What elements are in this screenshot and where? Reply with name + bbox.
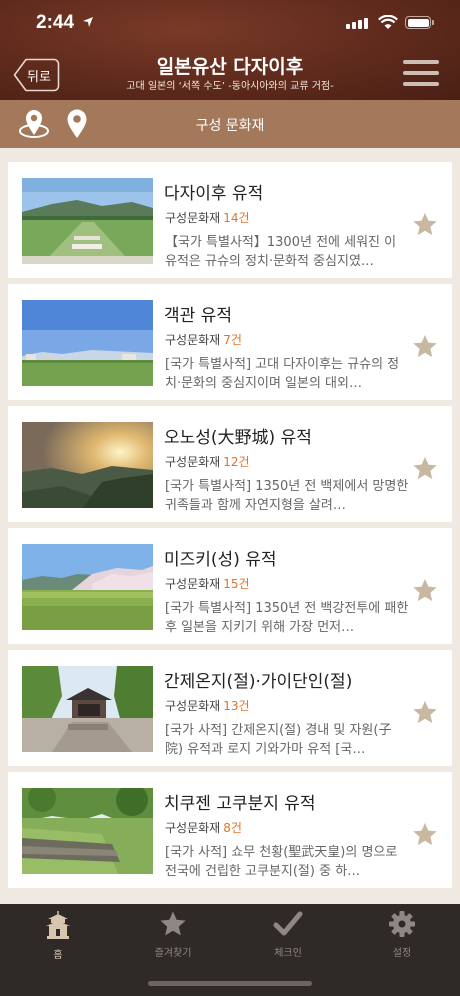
item-description: [국가 사적] 쇼무 천황(聖武天皇)의 명으로 전국에 건립한 고쿠분지(절)… bbox=[165, 845, 398, 879]
tab-settings[interactable]: 설정 bbox=[362, 910, 442, 959]
item-title: 객관 유적 bbox=[164, 306, 232, 326]
map-pin-icon[interactable] bbox=[66, 109, 88, 139]
item-count: 15건 bbox=[223, 577, 250, 591]
thumbnail-image bbox=[22, 300, 153, 386]
back-label: 뒤로 bbox=[27, 70, 51, 85]
item-description: [국가 사적] 간제온지(절) 경내 및 자원(子院) 유적과 로지 기와가마 … bbox=[165, 723, 392, 757]
item-description: [국가 특별사적] 1350년 전 백강전투에 패한 후 일본을 지키기 위해 … bbox=[165, 601, 409, 635]
item-title: 미즈키(성) 유적 bbox=[164, 550, 277, 570]
status-time: 2:44 bbox=[36, 12, 75, 33]
list-item[interactable]: 치쿠젠 고쿠분지 유적 구성문화재 8건 [국가 사적] 쇼무 천황(聖武天皇)의… bbox=[8, 772, 452, 888]
back-button[interactable]: 뒤로 bbox=[13, 58, 60, 92]
favorite-star-icon[interactable] bbox=[412, 700, 438, 725]
item-count: 7건 bbox=[223, 333, 242, 347]
thumbnail-image bbox=[22, 544, 153, 630]
favorite-star-icon[interactable] bbox=[412, 334, 438, 359]
item-meta-label: 구성문화재 bbox=[165, 577, 221, 591]
app-header: 2:44 뒤로 일본유산 다자이후 고대 일본의 ‘서쪽 수도’ -동아시아와의… bbox=[0, 0, 460, 100]
item-meta: 구성문화재 15건 bbox=[165, 575, 250, 592]
list-item[interactable]: 객관 유적 구성문화재 7건 [국가 특별사적] 고대 다자이후는 규슈의 정치·… bbox=[8, 284, 452, 400]
item-meta: 구성문화재 7건 bbox=[165, 331, 242, 348]
thumbnail-image bbox=[22, 788, 153, 874]
tab-checkin-label: 체크인 bbox=[274, 948, 302, 959]
thumbnail-image bbox=[22, 422, 153, 508]
item-meta-label: 구성문화재 bbox=[165, 455, 221, 469]
location-arrow-icon bbox=[83, 17, 93, 27]
item-meta: 구성문화재 8건 bbox=[165, 819, 242, 836]
item-meta: 구성문화재 12건 bbox=[165, 453, 250, 470]
nearby-location-icon[interactable] bbox=[17, 108, 51, 140]
item-description: [국가 특별사적] 1350년 전 백제에서 망명한 귀족들과 함께 자연지형을… bbox=[165, 479, 409, 513]
item-count: 12건 bbox=[223, 455, 250, 469]
tab-home[interactable]: 홈 bbox=[18, 910, 98, 961]
item-title: 치쿠젠 고쿠분지 유적 bbox=[164, 794, 316, 814]
item-count: 8건 bbox=[223, 821, 242, 835]
item-meta: 구성문화재 13건 bbox=[165, 697, 250, 714]
page-subtitle: 고대 일본의 ‘서쪽 수도’ -동아시아와의 교류 거점- bbox=[126, 81, 334, 92]
tab-home-label: 홈 bbox=[53, 950, 63, 961]
item-title: 다자이후 유적 bbox=[164, 184, 264, 204]
item-count: 14건 bbox=[223, 211, 250, 225]
list-item[interactable]: 간제온지(절)·가이단인(절) 구성문화재 13건 [국가 사적] 간제온지(절)… bbox=[8, 650, 452, 766]
item-title: 간제온지(절)·가이단인(절) bbox=[164, 672, 353, 692]
item-meta-label: 구성문화재 bbox=[165, 333, 221, 347]
home-pagoda-icon bbox=[46, 911, 70, 939]
thumbnail-image bbox=[22, 178, 153, 264]
page-title: 일본유산 다자이후 bbox=[156, 56, 304, 78]
list-item[interactable]: 미즈키(성) 유적 구성문화재 15건 [국가 특별사적] 1350년 전 백강전… bbox=[8, 528, 452, 644]
tab-checkin[interactable]: 체크인 bbox=[248, 910, 328, 959]
gear-icon bbox=[389, 911, 415, 937]
favorite-star-icon[interactable] bbox=[412, 456, 438, 481]
favorite-star-icon[interactable] bbox=[412, 578, 438, 603]
thumbnail-image bbox=[22, 666, 153, 752]
status-bar: 2:44 bbox=[0, 0, 460, 46]
item-title: 오노성(大野城) 유적 bbox=[164, 428, 312, 448]
favorite-star-icon[interactable] bbox=[412, 212, 438, 237]
item-meta-label: 구성문화재 bbox=[165, 821, 221, 835]
checkmark-icon bbox=[273, 911, 303, 936]
battery-icon bbox=[405, 16, 434, 29]
item-meta: 구성문화재 14건 bbox=[165, 209, 250, 226]
list-item[interactable]: 오노성(大野城) 유적 구성문화재 12건 [국가 특별사적] 1350년 전 백… bbox=[8, 406, 452, 522]
wifi-icon bbox=[378, 15, 398, 29]
tab-favorites-label: 즐겨찾기 bbox=[154, 948, 192, 959]
item-description: 【국가 특별사적】1300년 전에 세워진 이 유적은 규슈의 정치·문화적 중… bbox=[165, 235, 397, 269]
home-indicator[interactable] bbox=[148, 981, 312, 986]
tab-settings-label: 설정 bbox=[392, 948, 412, 959]
item-meta-label: 구성문화재 bbox=[165, 699, 221, 713]
list-item[interactable]: 다자이후 유적 구성문화재 14건 【국가 특별사적】1300년 전에 세워진 이… bbox=[8, 162, 452, 278]
item-count: 13건 bbox=[223, 699, 250, 713]
cellular-signal-icon bbox=[346, 18, 368, 29]
hamburger-menu-icon[interactable] bbox=[403, 60, 439, 88]
item-description: [국가 특별사적] 고대 다자이후는 규슈의 정치·문화의 중심지이며 일본의 … bbox=[165, 357, 400, 391]
favorite-star-icon[interactable] bbox=[412, 822, 438, 847]
section-title: 구성 문화재 bbox=[195, 118, 265, 134]
tab-favorites[interactable]: 즐겨찾기 bbox=[133, 910, 213, 959]
item-meta-label: 구성문화재 bbox=[165, 211, 221, 225]
star-icon bbox=[160, 911, 186, 936]
